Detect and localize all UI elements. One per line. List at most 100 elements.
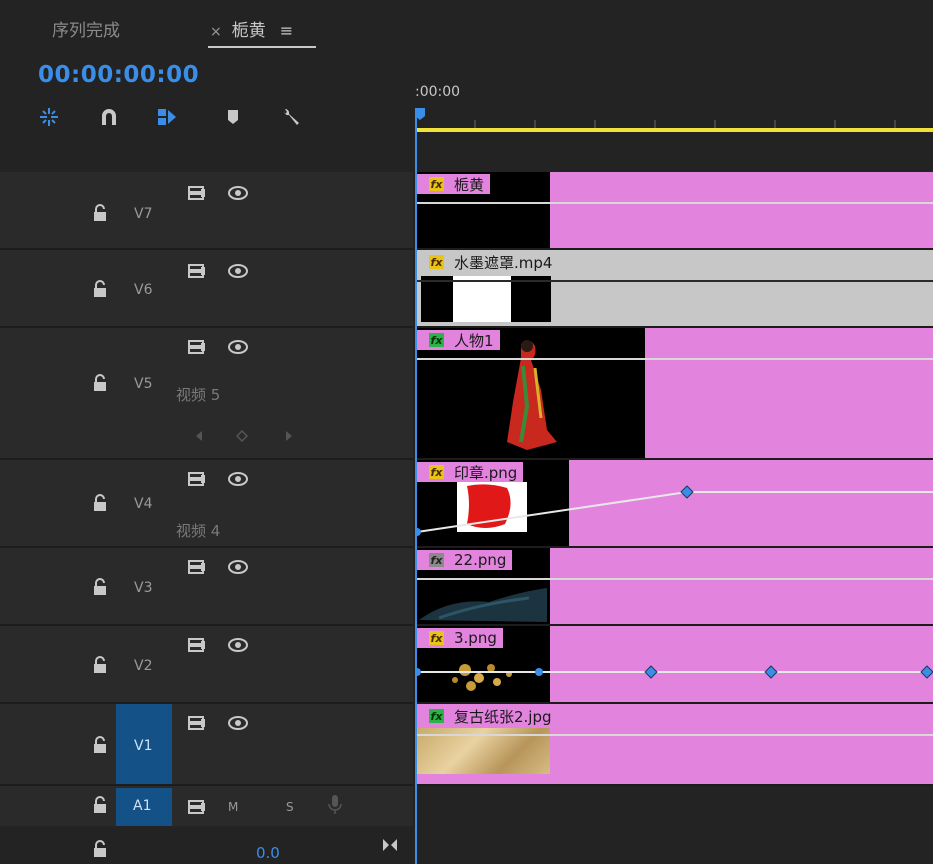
track-label: V2 (134, 658, 153, 674)
tab-sequence-complete[interactable]: 序列完成 (52, 16, 120, 41)
eye-icon[interactable] (228, 638, 248, 652)
lock-icon[interactable] (92, 280, 108, 298)
track-label: V4 (134, 496, 153, 512)
track-lane-v1[interactable]: fx 复古纸张2.jpg (415, 704, 933, 786)
clip[interactable]: fx 印章.png (415, 460, 933, 546)
master-volume-value[interactable]: 0.0 (256, 844, 280, 862)
track-header-v2[interactable]: V2 (0, 626, 413, 704)
sync-lock-icon[interactable] (188, 716, 206, 730)
track-header-v6[interactable]: V6 (0, 250, 413, 328)
next-keyframe-icon[interactable] (284, 430, 294, 442)
lock-icon[interactable] (92, 374, 108, 392)
eye-icon[interactable] (228, 340, 248, 354)
track-label: V5 (134, 376, 153, 392)
track-lane-v7[interactable]: fx 栀黄 (415, 172, 933, 250)
clip[interactable]: fx 复古纸张2.jpg (415, 704, 933, 784)
track-lane-v4[interactable]: fx 印章.png (415, 460, 933, 548)
solo-button[interactable]: S (286, 800, 294, 814)
lock-icon[interactable] (92, 494, 108, 512)
clip[interactable]: fx 水墨遮罩.mp4 (415, 250, 933, 326)
eye-icon[interactable] (228, 186, 248, 200)
lock-icon[interactable] (92, 840, 108, 858)
source-patch-a1[interactable]: A1 (116, 788, 172, 826)
clip[interactable]: fx 22.png (415, 548, 933, 624)
work-area-bar[interactable] (415, 128, 933, 132)
clip-name: 水墨遮罩.mp4 (454, 253, 553, 272)
playhead-handle[interactable] (415, 108, 425, 120)
previous-keyframe-icon[interactable] (194, 430, 204, 442)
active-tab-underline (208, 46, 316, 48)
sync-lock-icon[interactable] (188, 186, 206, 200)
fx-badge-icon: fx (429, 553, 444, 567)
fx-badge-icon: fx (429, 177, 444, 191)
playhead-line (415, 110, 417, 864)
eye-icon[interactable] (228, 560, 248, 574)
track-lane-v5[interactable]: fx 人物1 (415, 328, 933, 460)
track-header-v5[interactable]: V5 视频 5 (0, 328, 413, 460)
clip-name: 3.png (454, 629, 497, 647)
close-tab-icon[interactable]: × (210, 24, 222, 40)
fx-badge-icon: fx (429, 631, 444, 645)
track-label: V6 (134, 282, 153, 298)
add-keyframe-icon[interactable] (236, 430, 248, 442)
track-header-a1[interactable]: A1 M S (0, 786, 413, 826)
master-track-header[interactable]: 0.0 (0, 828, 413, 864)
sync-lock-icon[interactable] (188, 472, 206, 486)
sync-lock-icon[interactable] (188, 264, 206, 278)
fx-badge-icon: fx (429, 333, 444, 347)
eye-icon[interactable] (228, 472, 248, 486)
sync-lock-icon[interactable] (188, 560, 206, 574)
mute-button[interactable]: M (228, 800, 238, 814)
lock-icon[interactable] (92, 656, 108, 674)
add-marker-icon[interactable] (220, 104, 246, 130)
clip[interactable]: fx 栀黄 (415, 172, 933, 248)
microphone-icon[interactable] (328, 794, 342, 816)
tab-active-label: 栀黄 (231, 21, 266, 41)
linked-selection-icon[interactable] (154, 104, 180, 130)
lock-icon[interactable] (92, 204, 108, 222)
track-label: V1 (134, 738, 153, 754)
go-to-in-out-icon[interactable] (382, 838, 398, 852)
fx-badge-icon: fx (429, 709, 444, 723)
sync-lock-icon[interactable] (188, 800, 206, 814)
fx-badge-icon: fx (429, 255, 444, 269)
figure-thumbnail (507, 340, 557, 450)
playhead-timecode[interactable]: 00:00:00:00 (38, 62, 199, 88)
track-lane-v3[interactable]: fx 22.png (415, 548, 933, 626)
eye-icon[interactable] (228, 264, 248, 278)
track-header-v3[interactable]: V3 (0, 548, 413, 626)
track-lane-a1[interactable] (415, 786, 933, 826)
track-lane-v2[interactable]: fx 3.png (415, 626, 933, 704)
lock-icon[interactable] (92, 796, 108, 814)
fx-badge-icon: fx (429, 465, 444, 479)
clip[interactable]: fx 3.png (415, 626, 933, 702)
clip-name: 22.png (454, 551, 507, 569)
eye-icon[interactable] (228, 716, 248, 730)
track-label: A1 (133, 798, 152, 814)
track-header-v7[interactable]: V7 (0, 172, 413, 250)
panel-menu-icon[interactable]: ≡ (280, 21, 293, 40)
clip-name: 栀黄 (454, 175, 485, 194)
lock-icon[interactable] (92, 578, 108, 596)
clip-name: 复古纸张2.jpg (454, 707, 552, 726)
ink-thumbnail (419, 588, 547, 622)
track-header-v1[interactable]: V1 (0, 704, 413, 786)
tab-active-sequence[interactable]: × 栀黄 ≡ (210, 16, 293, 41)
clip-name: 人物1 (454, 331, 494, 350)
settings-wrench-icon[interactable] (278, 104, 304, 130)
track-label: V7 (134, 206, 153, 222)
track-label: V3 (134, 580, 153, 596)
clip[interactable]: fx 人物1 (415, 328, 933, 458)
sync-lock-icon[interactable] (188, 638, 206, 652)
nest-icon[interactable] (36, 104, 62, 130)
track-lane-v6[interactable]: fx 水墨遮罩.mp4 (415, 250, 933, 328)
ruler-start-label: :00:00 (415, 84, 461, 100)
source-patch-v1[interactable]: V1 (116, 704, 172, 784)
track-name[interactable]: 视频 4 (176, 520, 220, 541)
lock-icon[interactable] (92, 736, 108, 754)
sync-lock-icon[interactable] (188, 340, 206, 354)
snap-icon[interactable] (96, 104, 122, 130)
track-header-v4[interactable]: V4 视频 4 (0, 460, 413, 548)
panel-tab-bar (0, 0, 933, 56)
track-name[interactable]: 视频 5 (176, 384, 220, 405)
